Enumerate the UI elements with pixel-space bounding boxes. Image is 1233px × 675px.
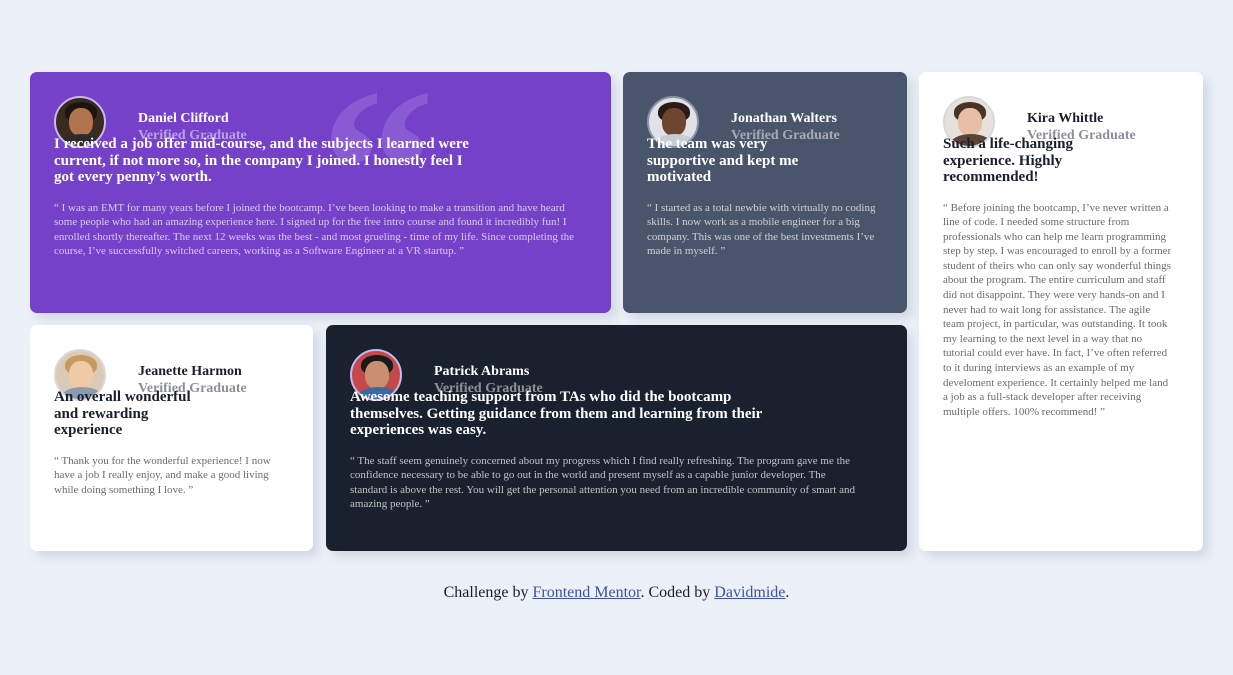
- testimonial-card-jeanette: Jeanette Harmon Verified Graduate An ove…: [30, 325, 313, 551]
- author-name: Patrick Abrams: [434, 364, 530, 379]
- testimonial-body: “ Thank you for the wonderful experience…: [54, 454, 271, 496]
- testimonial-headline: An overall wonderful and rewarding exper…: [54, 389, 191, 438]
- author-name: Kira Whittle: [1027, 111, 1104, 126]
- testimonial-card-patrick: Patrick Abrams Verified Graduate Awesome…: [326, 325, 907, 551]
- testimonial-body: “ I started as a total newbie with virtu…: [647, 201, 876, 258]
- attribution-footer: Challenge by Frontend Mentor. Coded by D…: [0, 584, 1233, 602]
- testimonial-headline: Such a life-changing experience. Highly …: [943, 136, 1074, 185]
- testimonial-headline: Awesome teaching support from TAs who di…: [350, 389, 763, 438]
- attribution-middle: . Coded by: [640, 584, 715, 601]
- author-name: Jeanette Harmon: [138, 364, 242, 379]
- testimonial-body: “ The staff seem genuinely concerned abo…: [350, 454, 855, 511]
- attribution-prefix: Challenge by: [443, 584, 533, 601]
- author-name: Jonathan Walters: [731, 111, 837, 126]
- testimonial-body: “ Before joining the bootcamp, I’ve neve…: [943, 201, 1172, 418]
- testimonial-card-jonathan: Jonathan Walters Verified Graduate The t…: [623, 72, 907, 313]
- author-link[interactable]: Davidmide: [714, 584, 785, 601]
- author-name: Daniel Clifford: [138, 111, 229, 126]
- testimonial-body: “ I was an EMT for many years before I j…: [54, 201, 575, 258]
- testimonial-headline: The team was very supportive and kept me…: [647, 136, 799, 185]
- testimonial-headline: I received a job offer mid-course, and t…: [54, 136, 469, 185]
- testimonial-card-kira: Kira Whittle Verified Graduate Such a li…: [919, 72, 1203, 551]
- frontend-mentor-link[interactable]: Frontend Mentor: [533, 584, 641, 601]
- attribution-suffix: .: [785, 584, 790, 601]
- testimonial-card-daniel: “ Daniel Clifford Verified Graduate I re…: [30, 72, 611, 313]
